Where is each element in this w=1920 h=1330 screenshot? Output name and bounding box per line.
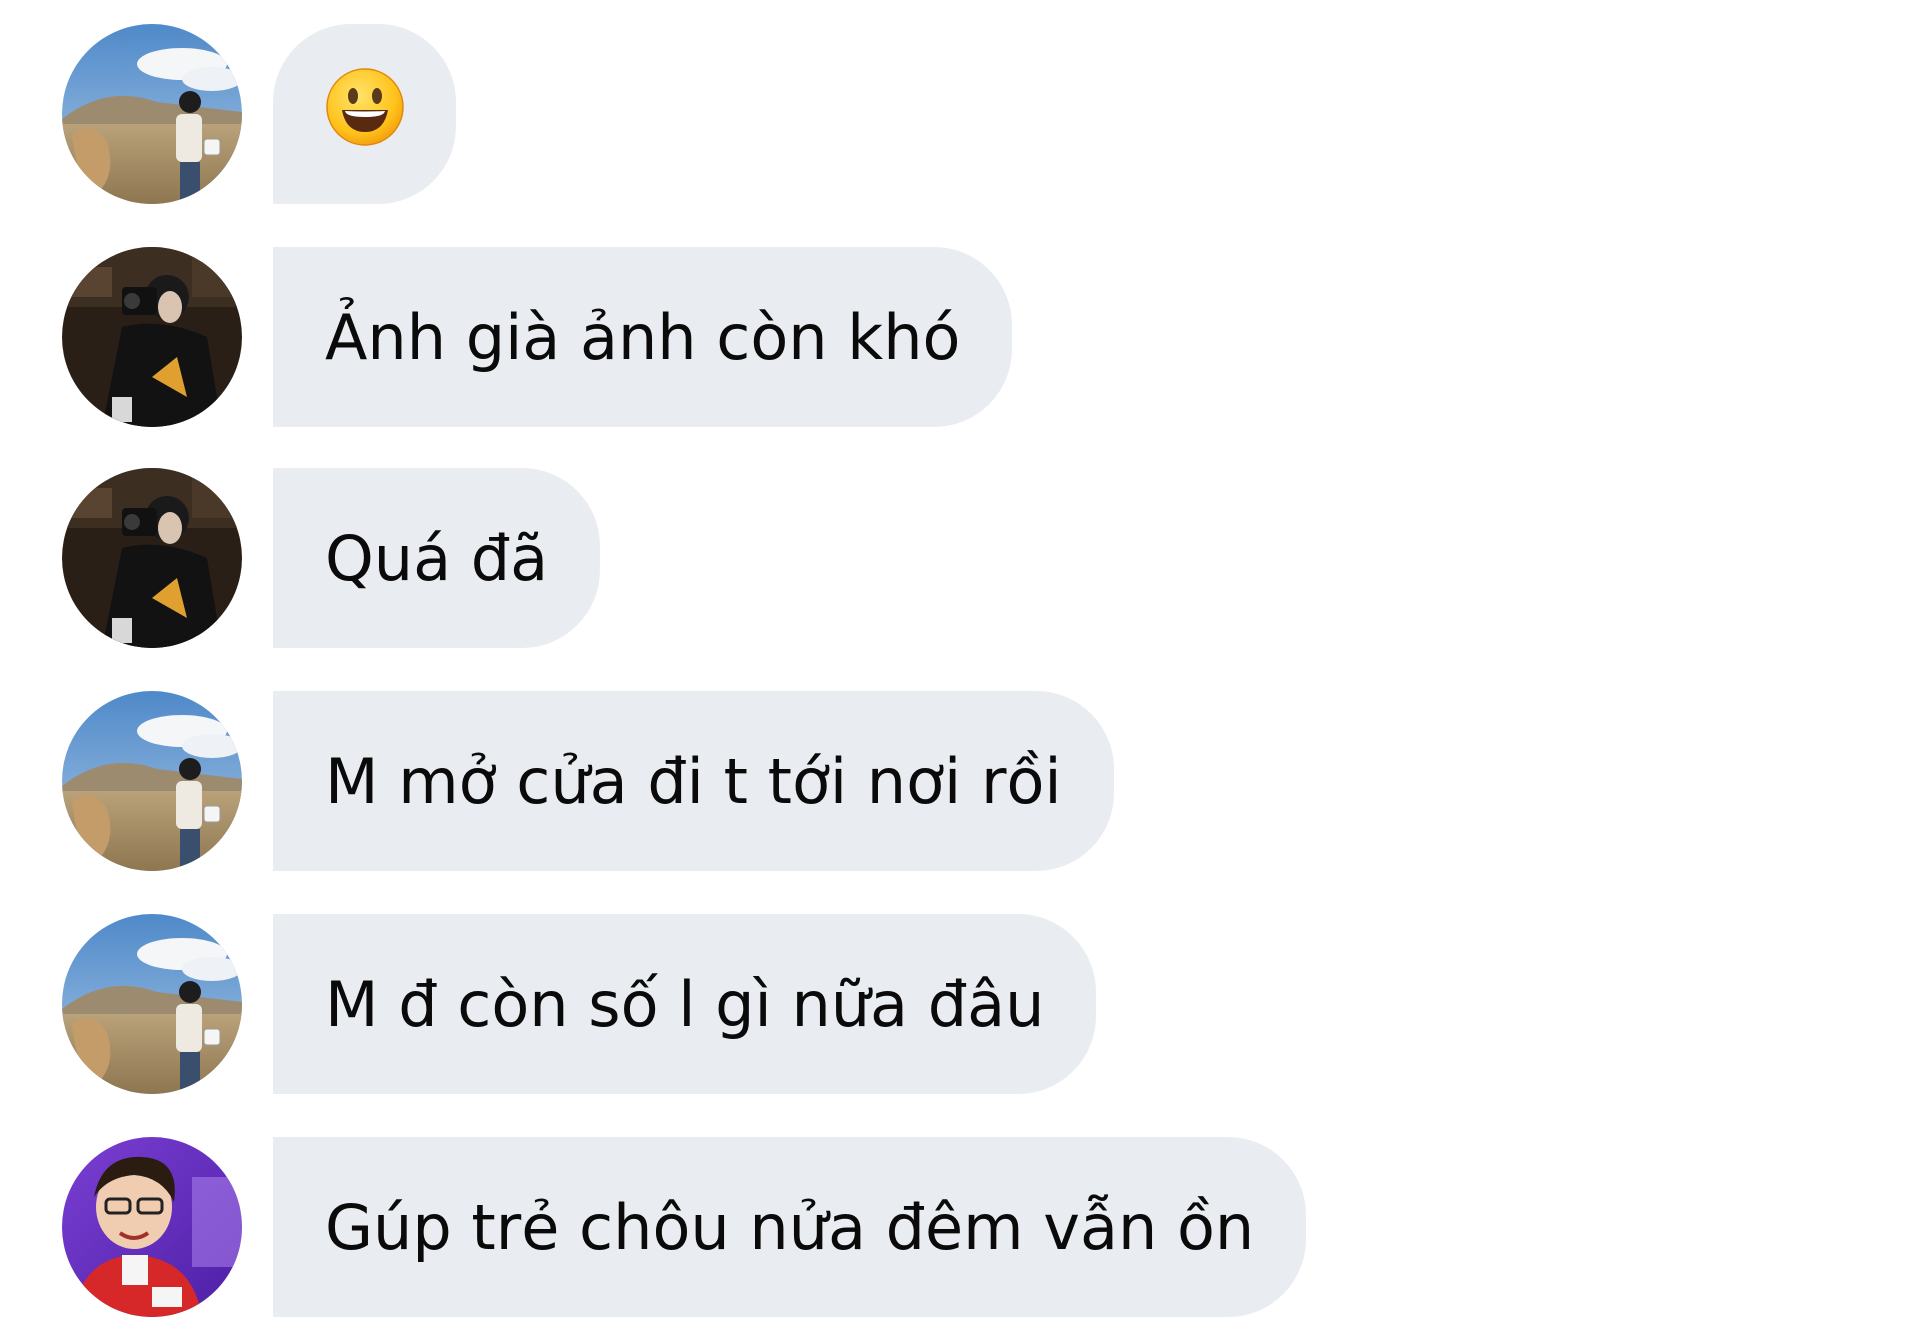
dark-camera-photo-avatar[interactable] (62, 468, 242, 648)
message-text: M đ còn số l gì nữa đâu (325, 967, 1045, 1041)
message-text: Ảnh già ảnh còn khó (325, 300, 961, 374)
message-row: M đ còn số l gì nữa đâu (0, 914, 1920, 1094)
text-message-bubble[interactable]: Quá đã (273, 468, 601, 648)
smiling-face-emoji-icon (324, 66, 406, 163)
message-text: M mở cửa đi t tới nơi rồi (325, 744, 1062, 818)
message-text: Gúp trẻ chôu nửa đêm vẫn ồn (325, 1190, 1255, 1264)
text-message-bubble[interactable]: M đ còn số l gì nữa đâu (273, 914, 1097, 1094)
message-row (0, 24, 1920, 204)
landscape-photo-avatar[interactable] (62, 691, 242, 871)
text-message-bubble[interactable]: M mở cửa đi t tới nơi rồi (273, 691, 1114, 871)
landscape-photo-avatar[interactable] (62, 914, 242, 1094)
message-row: Quá đã (0, 468, 1920, 648)
purple-portrait-avatar[interactable] (62, 1137, 242, 1317)
message-row: Gúp trẻ chôu nửa đêm vẫn ồn (0, 1137, 1920, 1317)
text-message-bubble[interactable]: Gúp trẻ chôu nửa đêm vẫn ồn (273, 1137, 1307, 1317)
text-message-bubble[interactable]: Ảnh già ảnh còn khó (273, 247, 1013, 427)
message-text: Quá đã (325, 521, 549, 595)
emoji-message-bubble[interactable] (273, 24, 456, 204)
message-row: M mở cửa đi t tới nơi rồi (0, 691, 1920, 871)
dark-camera-photo-avatar[interactable] (62, 247, 242, 427)
message-row: Ảnh già ảnh còn khó (0, 247, 1920, 427)
landscape-photo-avatar[interactable] (62, 24, 242, 204)
